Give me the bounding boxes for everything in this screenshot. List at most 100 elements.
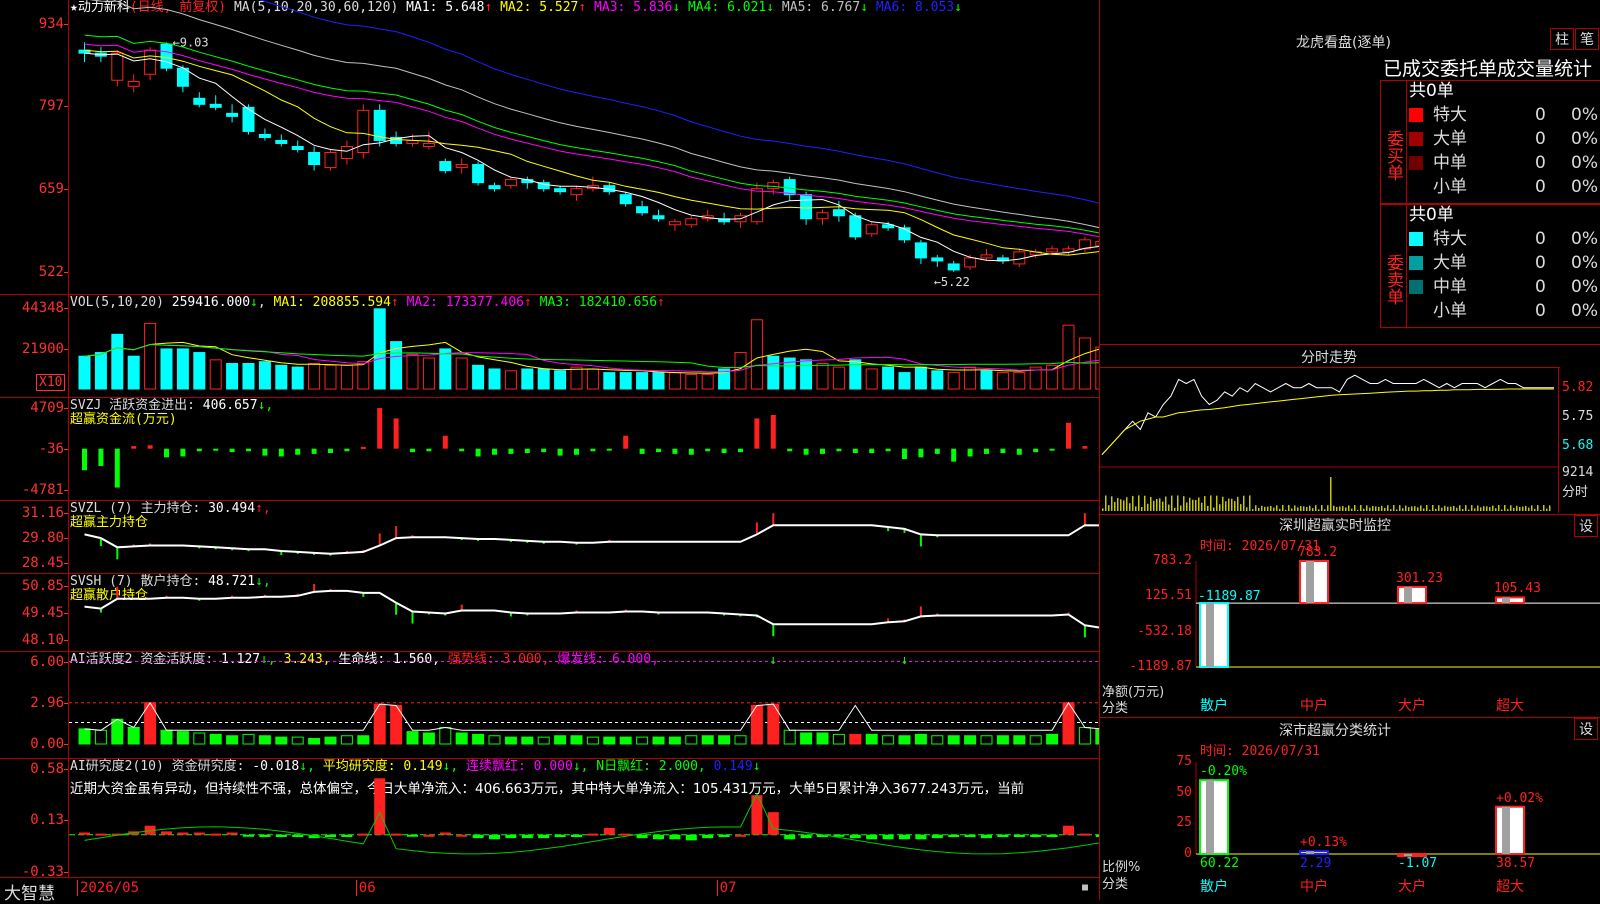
tick-mode-button[interactable]: 笔 (1575, 28, 1599, 50)
kline-panel[interactable]: 934 797 659 522 ★动力新科(日线, 前复权) MA(5,10,20,3… (0, 0, 1100, 295)
volume-bar (947, 372, 960, 390)
intraday-volume-bar (1348, 505, 1350, 511)
research-bar (177, 832, 189, 835)
monitor-bar-chart[interactable] (1100, 515, 1600, 718)
order-type: 特大 (1433, 229, 1467, 249)
research-bar (226, 832, 238, 835)
intraday-volume-bar (1165, 496, 1167, 511)
fund-flow-bar (278, 448, 284, 457)
intraday-volume-bar (1381, 505, 1383, 511)
activity-bar (701, 735, 714, 745)
research-bar (1030, 834, 1042, 837)
intraday-volume-bar (1477, 505, 1479, 511)
order-type: 小单 (1433, 301, 1467, 321)
monitor-bar-shade (1206, 603, 1214, 667)
intraday-volume-bar (1543, 505, 1545, 511)
classify-bar-shade (1306, 851, 1314, 854)
intraday-volume-bar (1510, 505, 1512, 511)
activity-bar (78, 728, 91, 745)
intraday-volume-bar (1528, 507, 1530, 511)
bar-mode-button[interactable]: 柱 (1550, 28, 1574, 50)
date-label: 06 (355, 880, 376, 896)
intraday-chart[interactable] (1100, 367, 1558, 513)
activity-bar (800, 732, 813, 745)
research-bar (587, 833, 599, 836)
research-bar (292, 834, 304, 837)
intraday-volume-bar (1195, 499, 1197, 511)
svsh-line-chart[interactable] (69, 574, 1100, 651)
classify-bar-chart[interactable] (1100, 718, 1600, 900)
intraday-volume-bar (1243, 495, 1245, 511)
order-type: 中单 (1433, 277, 1467, 297)
volume-bar (800, 359, 813, 390)
fund-flow-bar (475, 448, 481, 457)
svzj-bar-chart[interactable] (69, 398, 1100, 500)
intraday-panel[interactable]: 分时走势 5.82 5.75 5.68 9214 分时 (1100, 345, 1600, 515)
brand-logo[interactable]: 大智慧 (4, 879, 55, 904)
research-bar (275, 834, 287, 837)
fund-flow-bar (344, 448, 350, 452)
volume-bar (258, 361, 271, 390)
order-percent: 0% (1571, 153, 1598, 173)
candle-body (685, 218, 698, 226)
svzl-line-chart[interactable] (69, 501, 1100, 573)
fund-flow-bar (524, 448, 530, 454)
intraday-volume-bar (1222, 496, 1224, 511)
lock-icon[interactable]: ■ (1082, 882, 1088, 893)
fund-flow-bar (803, 448, 809, 455)
y-tick-mark (64, 449, 68, 450)
classify-panel[interactable]: 深市超赢分类统计 设 时间: 2026/07/31 比例% 分类 75 50 25 0… (1100, 718, 1600, 900)
y-tick-label: 50.85 (21, 578, 64, 594)
y-tick-mark (64, 349, 68, 351)
research-bar (702, 834, 714, 839)
activity-bar (226, 735, 239, 745)
candlestick-chart[interactable]: ←9.03 ←5.22 (69, 0, 1100, 294)
volume-panel[interactable]: X10 44348 21900 VOL(5,10,20) 259416.000↓,… (0, 295, 1100, 398)
intraday-volume-bar (1129, 503, 1131, 511)
low-price-label: ←5.22 (934, 275, 970, 289)
holding-line (84, 524, 1100, 555)
monitor-bar-shade (1306, 561, 1314, 604)
candle-body (422, 142, 435, 147)
volume-bar (865, 368, 878, 390)
volume-bar (554, 370, 567, 390)
research-bar (243, 834, 254, 837)
date-label: 2026/05 (77, 880, 139, 896)
order-stat-row: 中单 0 0% (1409, 275, 1600, 299)
ai-activity-chart[interactable]: ↓ ↓ (69, 652, 1100, 758)
volume-bar (488, 368, 501, 390)
intraday-volume-bar (1294, 505, 1296, 511)
ai-research-chart[interactable] (69, 759, 1100, 877)
ai-activity-panel[interactable]: 6.00 2.96 0.00 AI活跃度2 资金活跃度: 1.127↓, 3.243… (0, 652, 1100, 759)
dragon-panel[interactable]: 龙虎看盘(逐单) 柱 笔 已成交委托单成交量统计 委买单 共0单 特大 0 0% 大单… (1100, 0, 1600, 345)
intraday-volume-bar (1240, 504, 1242, 511)
intraday-volume-bar (1159, 498, 1161, 511)
order-stat-row: 中单 0 0% (1409, 151, 1600, 175)
activity-bar (964, 735, 977, 745)
activity-bar (193, 732, 206, 745)
volume-bar (94, 352, 107, 390)
order-color-swatch (1409, 232, 1423, 246)
intraday-volume-bar (1354, 505, 1356, 511)
intraday-volume-bar (1111, 496, 1113, 511)
ai-research-panel[interactable]: 0.58 0.13 -0.33 AI研究度2(10) 资金研究度: -0.018↓,… (0, 759, 1100, 879)
svzl-panel[interactable]: 31.16 29.80 28.45 SVZL (7) 主力持仓: 30.494↑, … (0, 501, 1100, 574)
intraday-volume-bar (1333, 505, 1335, 511)
y-tick-mark (64, 106, 68, 108)
volume-chart[interactable] (69, 295, 1100, 397)
y-tick-mark (64, 703, 68, 705)
intraday-volume-bar (1198, 497, 1200, 511)
volume-bar (324, 364, 337, 390)
activity-bar (488, 735, 501, 745)
fund-flow-bar (114, 448, 120, 488)
svzj-panel[interactable]: 4709 -36 -4781 SVZJ 活跃资金进出: 406.657↓, 超赢资金… (0, 398, 1100, 501)
activity-bar (996, 735, 1009, 745)
intraday-volume-bar (1141, 506, 1143, 511)
buy-orders-box: 委买单 共0单 特大 0 0% 大单 0 0% 中单 0 0% 小单 0 0% (1380, 80, 1600, 204)
svsh-panel[interactable]: 50.85 49.45 48.10 SVSH (7) 散户持仓: 48.721↓, … (0, 574, 1100, 652)
volume-bar (78, 355, 91, 390)
activity-bar (685, 735, 698, 745)
classify-y-tick: 0 (1184, 846, 1192, 861)
intraday-volume-bar (1357, 509, 1359, 511)
monitor-panel[interactable]: 深圳超赢实时监控 设 时间: 2026/07/31 净额(万元) 分类 783.… (1100, 515, 1600, 718)
